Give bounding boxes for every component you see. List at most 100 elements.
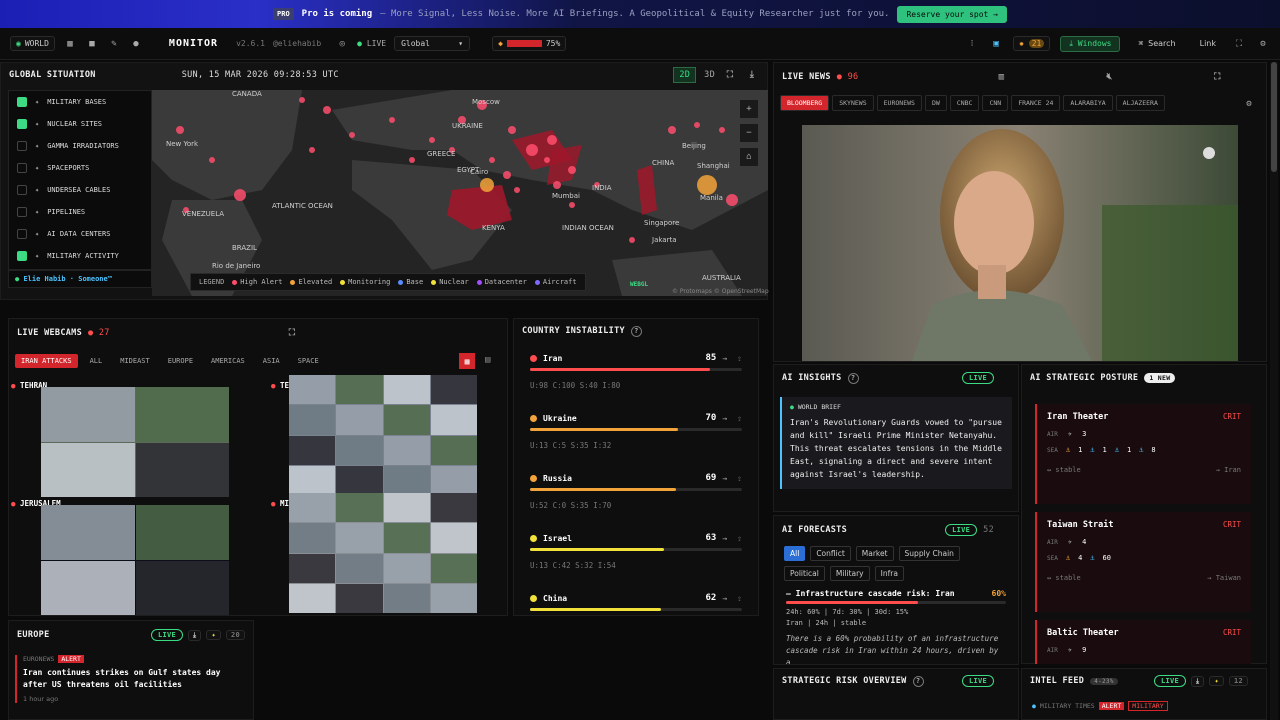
- screen-icon[interactable]: ▣: [989, 37, 1003, 51]
- country-row[interactable]: China 62 → ⇪: [530, 583, 742, 615]
- event-marker[interactable]: [349, 132, 355, 138]
- event-marker[interactable]: [429, 137, 435, 143]
- channel-tab[interactable]: CNN: [982, 95, 1009, 111]
- country-row[interactable]: Israel 63 → ⇪ U:13 C:42 S:32 I:54: [530, 523, 742, 583]
- event-marker[interactable]: [299, 97, 305, 103]
- event-marker[interactable]: [726, 194, 738, 206]
- layer-toggle[interactable]: ✦ MILITARY ACTIVITY: [9, 245, 151, 267]
- checkbox[interactable]: [17, 229, 27, 239]
- expand-icon[interactable]: ⛶: [723, 68, 737, 82]
- page-scrollbar[interactable]: [1270, 62, 1278, 720]
- channel-tab[interactable]: EURONEWS: [876, 95, 922, 111]
- event-marker[interactable]: [489, 157, 495, 163]
- checkbox[interactable]: [17, 97, 27, 107]
- forecast-tab[interactable]: Supply Chain: [898, 546, 960, 561]
- event-marker[interactable]: [234, 189, 246, 201]
- webcam-tab[interactable]: SPACE: [292, 354, 325, 368]
- theater-card[interactable]: Baltic Theater CRIT AIR ✈ 9: [1035, 620, 1251, 664]
- event-marker[interactable]: [480, 178, 494, 192]
- sparkle-icon[interactable]: ✦: [1209, 676, 1224, 686]
- checkbox[interactable]: [17, 207, 27, 217]
- expand-icon[interactable]: ⛶: [285, 326, 299, 340]
- tools-variant-icon[interactable]: ✎: [107, 37, 121, 51]
- search-button[interactable]: ⌘ Search: [1130, 37, 1183, 50]
- download-icon[interactable]: ⤓: [1191, 675, 1205, 687]
- event-marker[interactable]: [508, 126, 516, 134]
- webcam-tile[interactable]: ● TEHRAN: [11, 381, 247, 497]
- event-marker[interactable]: [526, 144, 538, 156]
- info-icon[interactable]: ?: [912, 675, 924, 687]
- country-row[interactable]: Ukraine 70 → ⇪ U:13 C:5 S:35 I:32: [530, 403, 742, 463]
- news-video-player[interactable]: [802, 125, 1238, 361]
- mode-3d-button[interactable]: 3D: [704, 70, 715, 80]
- mode-2d-button[interactable]: 2D: [673, 67, 697, 83]
- news-item[interactable]: EURONEWS ALERT Iran continues strikes on …: [15, 655, 247, 703]
- channel-tab[interactable]: CNBC: [949, 95, 980, 111]
- settings-gear-icon[interactable]: ⚙: [1242, 97, 1256, 111]
- event-marker[interactable]: [553, 181, 561, 189]
- world-map[interactable]: Moscow New York VENEZUELA BRAZIL Rio de Jane…: [152, 90, 768, 296]
- country-row[interactable]: Russia 69 → ⇪ U:52 C:0 S:35 I:70: [530, 463, 742, 523]
- event-marker[interactable]: [309, 147, 315, 153]
- forecast-item[interactable]: — Infrastructure cascade risk: Iran 60% 2…: [774, 583, 1018, 664]
- sun-variant-icon[interactable]: ●: [129, 37, 143, 51]
- channel-tab[interactable]: DW: [924, 95, 947, 111]
- theater-card[interactable]: Iran Theater CRIT AIR ✈ 3 SEA ⚓ 1 ⚓ 1 ⚓ 1 ⚓ 8 ↔ stable…: [1035, 404, 1251, 504]
- checkbox[interactable]: [17, 141, 27, 151]
- webcam-tab[interactable]: ASIA: [257, 354, 286, 368]
- region-select[interactable]: Global ▾: [394, 36, 471, 51]
- fires-counter[interactable]: ✹ 21: [1013, 36, 1051, 51]
- channel-tab[interactable]: ALARABIYA: [1063, 95, 1113, 111]
- layer-toggle[interactable]: ✦ AI DATA CENTERS: [9, 223, 151, 245]
- forecast-tab[interactable]: Military: [829, 566, 870, 581]
- forecast-tab[interactable]: Political: [784, 566, 825, 581]
- layer-toggle[interactable]: ✦ NUCLEAR SITES: [9, 113, 151, 135]
- event-marker[interactable]: [503, 171, 511, 179]
- event-marker[interactable]: [694, 122, 700, 128]
- forecast-tab[interactable]: Infra: [874, 566, 904, 581]
- share-icon[interactable]: ⇪: [737, 474, 742, 483]
- layer-toggle[interactable]: ✦ SPACEPORTS: [9, 157, 151, 179]
- author-handle[interactable]: @eliehabib: [273, 39, 321, 48]
- event-marker[interactable]: [176, 126, 184, 134]
- event-marker[interactable]: [409, 157, 415, 163]
- theater-card[interactable]: Taiwan Strait CRIT AIR ✈ 4 SEA ⚓ 4 ⚓ 60 ↔ stable → …: [1035, 512, 1251, 612]
- sparkle-icon[interactable]: ✦: [206, 630, 221, 640]
- pin-icon[interactable]: ⤓: [745, 68, 759, 82]
- fullscreen-icon[interactable]: ⛶: [1232, 37, 1246, 51]
- github-icon[interactable]: ◎: [335, 37, 349, 51]
- webcam-tab[interactable]: AMERICAS: [205, 354, 251, 368]
- event-marker[interactable]: [323, 106, 331, 114]
- tech-variant-icon[interactable]: ▦: [63, 37, 77, 51]
- link-button[interactable]: Link: [1194, 36, 1222, 51]
- forecast-tab[interactable]: Market: [855, 546, 894, 561]
- webcam-tab[interactable]: ALL: [84, 354, 109, 368]
- defcon-indicator[interactable]: ◆ DEFCON 2 75%: [492, 36, 567, 51]
- single-view-button[interactable]: ▤: [485, 355, 490, 365]
- webcam-tile[interactable]: ● MIDDLE EAST: [271, 493, 507, 613]
- webcam-tab[interactable]: MIDEAST: [114, 354, 156, 368]
- info-icon[interactable]: ?: [630, 325, 642, 337]
- layer-toggle[interactable]: ✦ UNDERSEA CABLES: [9, 179, 151, 201]
- event-marker[interactable]: [569, 202, 575, 208]
- checkbox[interactable]: [17, 185, 27, 195]
- channel-tab[interactable]: ALJAZEERA: [1115, 95, 1165, 111]
- download-icon[interactable]: ⤓: [188, 629, 202, 641]
- event-marker[interactable]: [514, 187, 520, 193]
- webcam-tab[interactable]: EUROPE: [162, 354, 199, 368]
- event-marker[interactable]: [389, 117, 395, 123]
- event-marker[interactable]: [547, 135, 557, 145]
- layer-toggle[interactable]: ✦ GAMMA IRRADIATORS: [9, 135, 151, 157]
- grid-view-button[interactable]: ▦: [459, 353, 475, 369]
- event-marker[interactable]: [544, 157, 550, 163]
- forecast-tab[interactable]: All: [784, 546, 806, 561]
- share-icon[interactable]: ⇪: [737, 414, 742, 423]
- layer-toggle[interactable]: ✦ PIPELINES: [9, 201, 151, 223]
- event-marker[interactable]: [697, 175, 717, 195]
- settings-gear-icon[interactable]: ⚙: [1256, 37, 1270, 51]
- share-icon[interactable]: ⇪: [737, 354, 742, 363]
- event-marker[interactable]: [629, 237, 635, 243]
- event-marker[interactable]: [719, 127, 725, 133]
- mute-icon[interactable]: 🔇︎: [1102, 70, 1116, 84]
- world-variant-button[interactable]: ◉ WORLD: [10, 36, 55, 51]
